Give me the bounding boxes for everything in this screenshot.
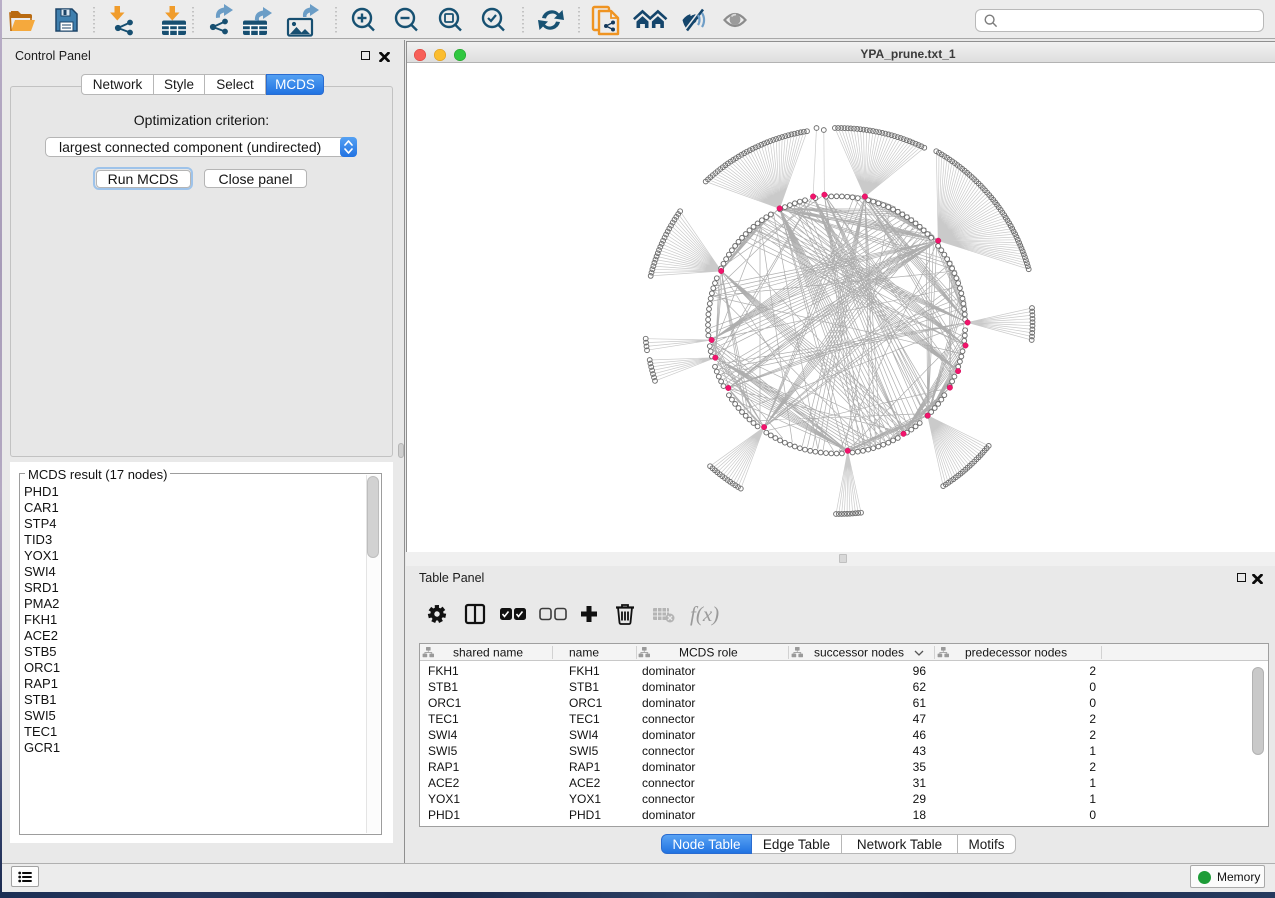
svg-text:STB1: STB1 <box>428 680 458 694</box>
svg-text:SWI4: SWI4 <box>569 728 599 742</box>
svg-text:43: 43 <box>913 744 927 758</box>
svg-text:62: 62 <box>913 680 927 694</box>
svg-text:96: 96 <box>913 664 927 678</box>
svg-text:PHD1: PHD1 <box>569 808 601 822</box>
svg-text:name: name <box>569 646 599 660</box>
svg-text:RAP1: RAP1 <box>569 760 601 774</box>
svg-text:SWI5: SWI5 <box>569 744 599 758</box>
svg-text:YOX1: YOX1 <box>428 792 460 806</box>
svg-text:shared name: shared name <box>453 646 523 660</box>
svg-text:dominator: dominator <box>642 728 695 742</box>
svg-text:predecessor nodes: predecessor nodes <box>965 646 1067 660</box>
svg-text:dominator: dominator <box>642 664 695 678</box>
svg-text:connector: connector <box>642 712 695 726</box>
svg-text:SWI4: SWI4 <box>428 728 458 742</box>
svg-text:PHD1: PHD1 <box>428 808 460 822</box>
svg-text:61: 61 <box>913 696 927 710</box>
svg-text:29: 29 <box>913 792 927 806</box>
svg-text:TEC1: TEC1 <box>428 712 459 726</box>
svg-text:MCDS role: MCDS role <box>679 646 738 660</box>
svg-text:0: 0 <box>1089 696 1096 710</box>
svg-text:35: 35 <box>913 760 927 774</box>
svg-text:31: 31 <box>913 776 927 790</box>
svg-text:2: 2 <box>1089 712 1096 726</box>
svg-text:dominator: dominator <box>642 696 695 710</box>
svg-text:successor nodes: successor nodes <box>814 646 904 660</box>
svg-text:47: 47 <box>913 712 927 726</box>
svg-text:dominator: dominator <box>642 808 695 822</box>
svg-text:TEC1: TEC1 <box>569 712 600 726</box>
svg-text:dominator: dominator <box>642 680 695 694</box>
svg-text:ACE2: ACE2 <box>428 776 460 790</box>
svg-text:1: 1 <box>1089 776 1096 790</box>
svg-text:connector: connector <box>642 792 695 806</box>
svg-text:0: 0 <box>1089 808 1096 822</box>
svg-text:FKH1: FKH1 <box>428 664 459 678</box>
svg-text:FKH1: FKH1 <box>569 664 600 678</box>
svg-text:2: 2 <box>1089 728 1096 742</box>
svg-text:connector: connector <box>642 744 695 758</box>
svg-text:2: 2 <box>1089 664 1096 678</box>
svg-text:46: 46 <box>913 728 927 742</box>
svg-text:1: 1 <box>1089 744 1096 758</box>
svg-text:f(x): f(x) <box>690 602 719 626</box>
svg-text:2: 2 <box>1089 760 1096 774</box>
svg-text:dominator: dominator <box>642 760 695 774</box>
svg-text:SWI5: SWI5 <box>428 744 458 758</box>
svg-text:ORC1: ORC1 <box>569 696 603 710</box>
svg-text:1: 1 <box>1089 792 1096 806</box>
svg-text:YOX1: YOX1 <box>569 792 601 806</box>
svg-text:ORC1: ORC1 <box>428 696 462 710</box>
svg-text:RAP1: RAP1 <box>428 760 460 774</box>
svg-text:18: 18 <box>913 808 927 822</box>
svg-text:connector: connector <box>642 776 695 790</box>
svg-text:0: 0 <box>1089 680 1096 694</box>
svg-text:ACE2: ACE2 <box>569 776 601 790</box>
svg-text:STB1: STB1 <box>569 680 599 694</box>
